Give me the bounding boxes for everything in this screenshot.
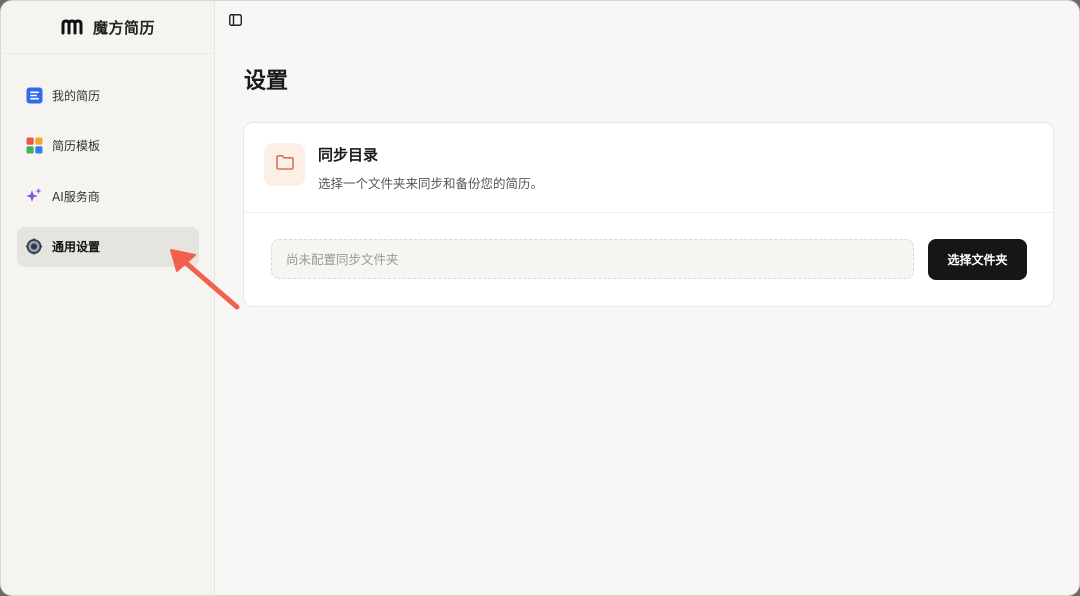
sync-folder-input[interactable] <box>271 239 914 279</box>
sidebar: 魔方简历 我的简历 简历模板 AI服务商 通用设置 <box>1 1 215 595</box>
gear-icon <box>25 238 43 256</box>
sidebar-nav: 我的简历 简历模板 AI服务商 通用设置 <box>17 75 199 277</box>
brand-logo-icon <box>61 19 87 35</box>
card-header: 同步目录 选择一个文件夹来同步和备份您的简历。 <box>244 123 1053 213</box>
sidebar-item-label: 通用设置 <box>52 240 101 254</box>
sidebar-item-label: AI服务商 <box>52 189 100 204</box>
choose-folder-button[interactable]: 选择文件夹 <box>928 239 1027 280</box>
sidebar-item-templates[interactable]: 简历模板 <box>17 126 199 166</box>
sync-directory-card: 同步目录 选择一个文件夹来同步和备份您的简历。 选择文件夹 <box>243 122 1054 307</box>
page-title: 设置 <box>244 69 289 94</box>
card-title: 同步目录 <box>318 146 379 164</box>
sidebar-toggle-button[interactable] <box>227 12 243 28</box>
brand: 魔方简历 <box>1 1 215 54</box>
sidebar-item-my-resumes[interactable]: 我的简历 <box>17 75 199 115</box>
sidebar-item-label: 简历模板 <box>52 139 101 153</box>
app-window: 魔方简历 我的简历 简历模板 AI服务商 通用设置 设置 同步目录 选择一个文件… <box>0 0 1080 596</box>
folder-icon-tile <box>264 143 305 186</box>
template-grid-icon <box>25 137 43 155</box>
folder-icon <box>275 154 295 175</box>
sparkle-icon <box>25 187 43 205</box>
sidebar-item-label: 我的简历 <box>52 88 101 103</box>
sidebar-item-general-settings[interactable]: 通用设置 <box>17 226 199 267</box>
brand-name: 魔方简历 <box>92 18 155 37</box>
sidebar-toggle-icon <box>228 11 242 30</box>
document-icon <box>25 86 43 104</box>
sidebar-item-ai-providers[interactable]: AI服务商 <box>17 176 199 216</box>
card-description: 选择一个文件夹来同步和备份您的简历。 <box>318 176 544 191</box>
